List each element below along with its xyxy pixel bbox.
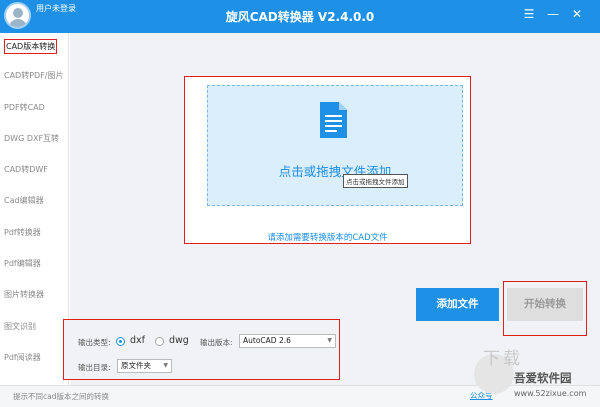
dwg-radio[interactable] bbox=[155, 337, 164, 346]
menu-icon[interactable]: ☰ bbox=[521, 6, 537, 22]
sidebar-item-cad-to-pdf[interactable]: CAD转PDF/图片 bbox=[0, 62, 69, 90]
output-version-label: 输出版本: bbox=[200, 338, 233, 347]
close-icon[interactable]: ✕ bbox=[569, 6, 585, 22]
sidebar-item-cad-version[interactable]: CAD版本转换 bbox=[0, 33, 69, 61]
watermark-decoration: 下载 bbox=[483, 349, 523, 369]
sidebar-item-pdf-converter[interactable]: Pdf转换器 bbox=[0, 219, 69, 247]
sidebar-item-label: 图文识别 bbox=[4, 322, 36, 331]
drop-zone-text[interactable]: 点击或拖拽文件添加 bbox=[207, 161, 463, 180]
sidebar-item-label: 图片转换器 bbox=[4, 290, 44, 299]
chevron-down-icon: ▼ bbox=[327, 337, 332, 344]
sidebar-item-label: CAD转PDF/图片 bbox=[4, 71, 64, 80]
document-icon bbox=[320, 102, 347, 138]
sidebar-item-label: DWG DXF互转 bbox=[4, 134, 60, 143]
dxf-radio[interactable] bbox=[116, 337, 125, 346]
sidebar-item-pdf-reader[interactable]: Pdf阅读器 bbox=[0, 344, 69, 372]
sidebar-item-cad-to-dwf[interactable]: CAD转DWF bbox=[0, 156, 69, 184]
chevron-down-icon: ▼ bbox=[163, 362, 168, 369]
sidebar-item-pdf-editor[interactable]: Pdf编辑器 bbox=[0, 250, 69, 278]
status-bar: 提示不同cad版本之间的转换 公众号 bbox=[0, 385, 600, 407]
sidebar-item-image-converter[interactable]: 图片转换器 bbox=[0, 281, 69, 309]
add-file-button[interactable]: 添加文件 bbox=[416, 288, 499, 321]
start-convert-button[interactable]: 开始转换 bbox=[507, 288, 583, 321]
sidebar-item-cad-editor[interactable]: Cad编辑器 bbox=[0, 187, 69, 215]
sidebar: CAD版本转换 CAD转PDF/图片 PDF转CAD DWG DXF互转 CAD… bbox=[0, 33, 69, 385]
sidebar-item-label: Cad编辑器 bbox=[4, 196, 44, 205]
watermark-name: 吾爱软件园 bbox=[514, 371, 572, 385]
sidebar-item-pdf-to-cad[interactable]: PDF转CAD bbox=[0, 94, 69, 122]
sidebar-item-ocr[interactable]: 图文识别 bbox=[0, 313, 69, 341]
watermark-url: www.52zixue.com bbox=[514, 389, 587, 398]
minimize-icon[interactable]: — bbox=[545, 6, 561, 22]
output-dir-label: 输出目录: bbox=[78, 363, 111, 372]
output-version-select[interactable]: AutoCAD 2.6 ▼ bbox=[239, 334, 336, 348]
sidebar-item-dwg-dxf[interactable]: DWG DXF互转 bbox=[0, 125, 69, 153]
title-bar: 用户未登录 旋风CAD转换器 V2.4.0.0 ☰ — ✕ bbox=[0, 0, 600, 33]
sidebar-item-label: PDF转CAD bbox=[4, 103, 45, 112]
output-type-label: 输出类型: bbox=[78, 338, 111, 347]
sidebar-item-label: Pdf编辑器 bbox=[4, 259, 41, 268]
sidebar-item-label: Pdf阅读器 bbox=[4, 353, 41, 362]
dxf-radio-label[interactable]: dxf bbox=[130, 335, 145, 346]
output-version-value: AutoCAD 2.6 bbox=[243, 336, 291, 345]
app-title: 旋风CAD转换器 V2.4.0.0 bbox=[225, 10, 375, 24]
output-dir-value: 原文件夹 bbox=[121, 361, 151, 370]
status-text: 提示不同cad版本之间的转换 bbox=[13, 392, 109, 401]
drop-hint: 请添加需要转换版本的CAD文件 bbox=[267, 233, 388, 243]
sidebar-item-label: CAD版本转换 bbox=[4, 39, 58, 54]
tooltip: 点击或拖拽文件添加 bbox=[343, 174, 408, 188]
sidebar-item-label: CAD转DWF bbox=[4, 165, 48, 174]
output-dir-select[interactable]: 原文件夹 ▼ bbox=[117, 359, 172, 373]
sidebar-item-label: Pdf转换器 bbox=[4, 228, 41, 237]
dwg-radio-label[interactable]: dwg bbox=[169, 335, 189, 346]
